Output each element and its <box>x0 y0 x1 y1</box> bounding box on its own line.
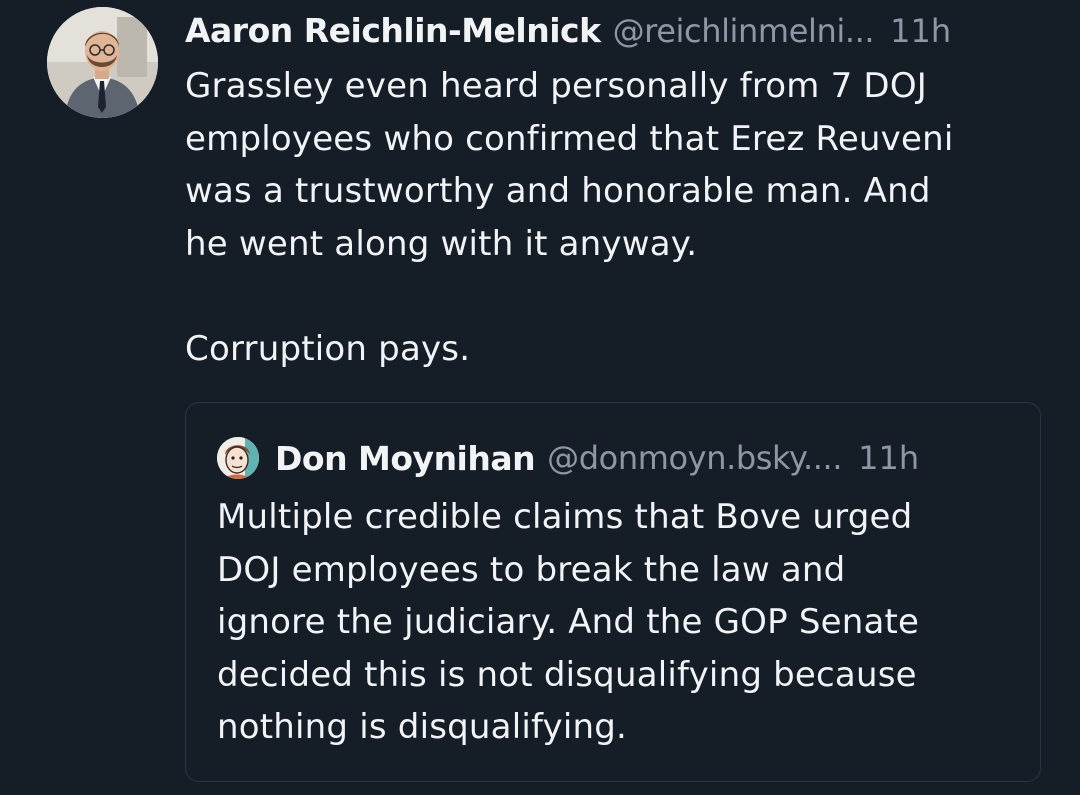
quoted-post-header: Don Moynihan @donmoyn.bsky.... 11h <box>217 435 919 481</box>
quoted-author-handle[interactable]: @donmoyn.bsky.... <box>547 439 842 477</box>
author-display-name[interactable]: Aaron Reichlin-Melnick <box>185 8 601 54</box>
post-content: Aaron Reichlin-Melnick @reichlinmelni...… <box>185 8 1055 375</box>
author-handle[interactable]: @reichlinmelni... <box>613 8 875 54</box>
post-timestamp[interactable]: 11h <box>890 8 951 54</box>
post[interactable]: Aaron Reichlin-Melnick @reichlinmelni...… <box>0 0 1080 795</box>
quoted-author-display-name[interactable]: Don Moynihan <box>275 439 536 478</box>
quoted-author-avatar[interactable] <box>217 437 259 479</box>
post-header: Aaron Reichlin-Melnick @reichlinmelni...… <box>185 8 1055 54</box>
profile-photo-icon <box>47 7 158 118</box>
quoted-post-timestamp[interactable]: 11h <box>858 439 919 477</box>
cartoon-face-icon <box>217 437 259 479</box>
quoted-post-card[interactable]: Don Moynihan @donmoyn.bsky.... 11h Multi… <box>185 402 1041 782</box>
author-avatar[interactable] <box>47 7 158 118</box>
quoted-post-body-text: Multiple credible claims that Bove urged… <box>217 497 920 747</box>
post-body-text: Grassley even heard personally from 7 DO… <box>185 66 954 369</box>
